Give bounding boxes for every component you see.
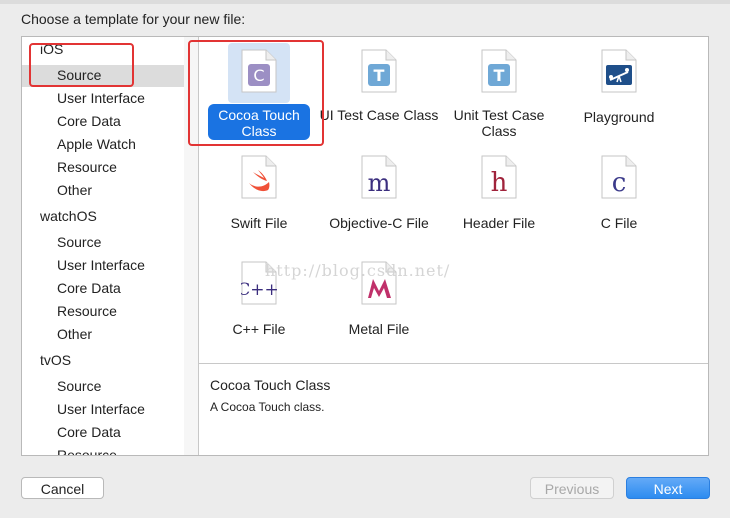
template-label: UI Test Case Class — [319, 107, 439, 123]
sidebar-item-ios-user-interface[interactable]: User Interface — [57, 90, 145, 106]
sidebar-item-watchos-core-data[interactable]: Core Data — [57, 280, 121, 296]
sidebar-group-watchos[interactable]: watchOS — [40, 208, 97, 224]
template-label: Swift File — [230, 215, 288, 231]
playground-icon — [601, 49, 637, 93]
watermark-text: http://blog.csdn.net/ — [265, 261, 451, 280]
template-label: Header File — [462, 215, 536, 231]
svg-text:T: T — [374, 66, 385, 85]
c-file-icon: c — [601, 155, 637, 199]
template-playground[interactable]: Playground — [559, 39, 679, 139]
header-file-icon: h — [481, 155, 517, 199]
svg-text:m: m — [368, 169, 391, 197]
template-label: Metal File — [348, 321, 410, 337]
template-c-file[interactable]: c C File — [559, 145, 679, 245]
svg-text:C++: C++ — [241, 280, 277, 300]
template-label: Playground — [583, 109, 655, 125]
sidebar-item-tvos-user-interface[interactable]: User Interface — [57, 401, 145, 417]
sidebar-item-tvos-core-data[interactable]: Core Data — [57, 424, 121, 440]
sidebar-item-ios-apple-watch[interactable]: Apple Watch — [57, 136, 136, 152]
sidebar-item-tvos-resource[interactable]: Resource — [57, 447, 117, 455]
annotation-highlight-cocoa-touch — [188, 40, 324, 146]
sidebar-item-watchos-other[interactable]: Other — [57, 326, 92, 342]
sidebar-item-ios-core-data[interactable]: Core Data — [57, 113, 121, 129]
template-panel: iOS Source User Interface Core Data Appl… — [21, 36, 709, 456]
template-label: C++ File — [232, 321, 286, 337]
template-label: Objective-C File — [329, 215, 429, 231]
description-body: A Cocoa Touch class. — [210, 400, 325, 414]
sidebar-item-ios-other[interactable]: Other — [57, 182, 92, 198]
sidebar-group-tvos[interactable]: tvOS — [40, 352, 71, 368]
title-bar-edge — [0, 0, 730, 4]
sidebar-item-watchos-resource[interactable]: Resource — [57, 303, 117, 319]
dialog-heading: Choose a template for your new file: — [21, 11, 246, 27]
swift-file-icon — [241, 155, 277, 199]
objc-file-icon: m — [361, 155, 397, 199]
template-label: Unit Test Case Class — [453, 107, 545, 139]
previous-button[interactable]: Previous — [530, 477, 614, 499]
sidebar-item-tvos-source[interactable]: Source — [57, 378, 101, 394]
svg-text:T: T — [494, 66, 505, 85]
svg-text:h: h — [491, 168, 508, 198]
ui-test-case-icon: T — [361, 49, 397, 93]
template-objective-c-file[interactable]: m Objective-C File — [319, 145, 439, 245]
platform-sidebar: iOS Source User Interface Core Data Appl… — [22, 37, 199, 455]
sidebar-item-watchos-source[interactable]: Source — [57, 234, 101, 250]
svg-text:c: c — [612, 168, 627, 198]
sidebar-item-watchos-user-interface[interactable]: User Interface — [57, 257, 145, 273]
next-button[interactable]: Next — [626, 477, 710, 499]
template-swift-file[interactable]: Swift File — [199, 145, 319, 245]
unit-test-case-icon: T — [481, 49, 517, 93]
template-label: C File — [600, 215, 638, 231]
template-header-file[interactable]: h Header File — [439, 145, 559, 245]
sidebar-item-ios-resource[interactable]: Resource — [57, 159, 117, 175]
description-title: Cocoa Touch Class — [210, 377, 331, 393]
template-ui-test-case-class[interactable]: T UI Test Case Class — [319, 39, 439, 139]
template-description: Cocoa Touch Class A Cocoa Touch class. — [199, 363, 708, 455]
annotation-highlight-source — [29, 43, 134, 87]
template-unit-test-case-class[interactable]: T Unit Test Case Class — [439, 39, 559, 139]
cancel-button[interactable]: Cancel — [21, 477, 104, 499]
